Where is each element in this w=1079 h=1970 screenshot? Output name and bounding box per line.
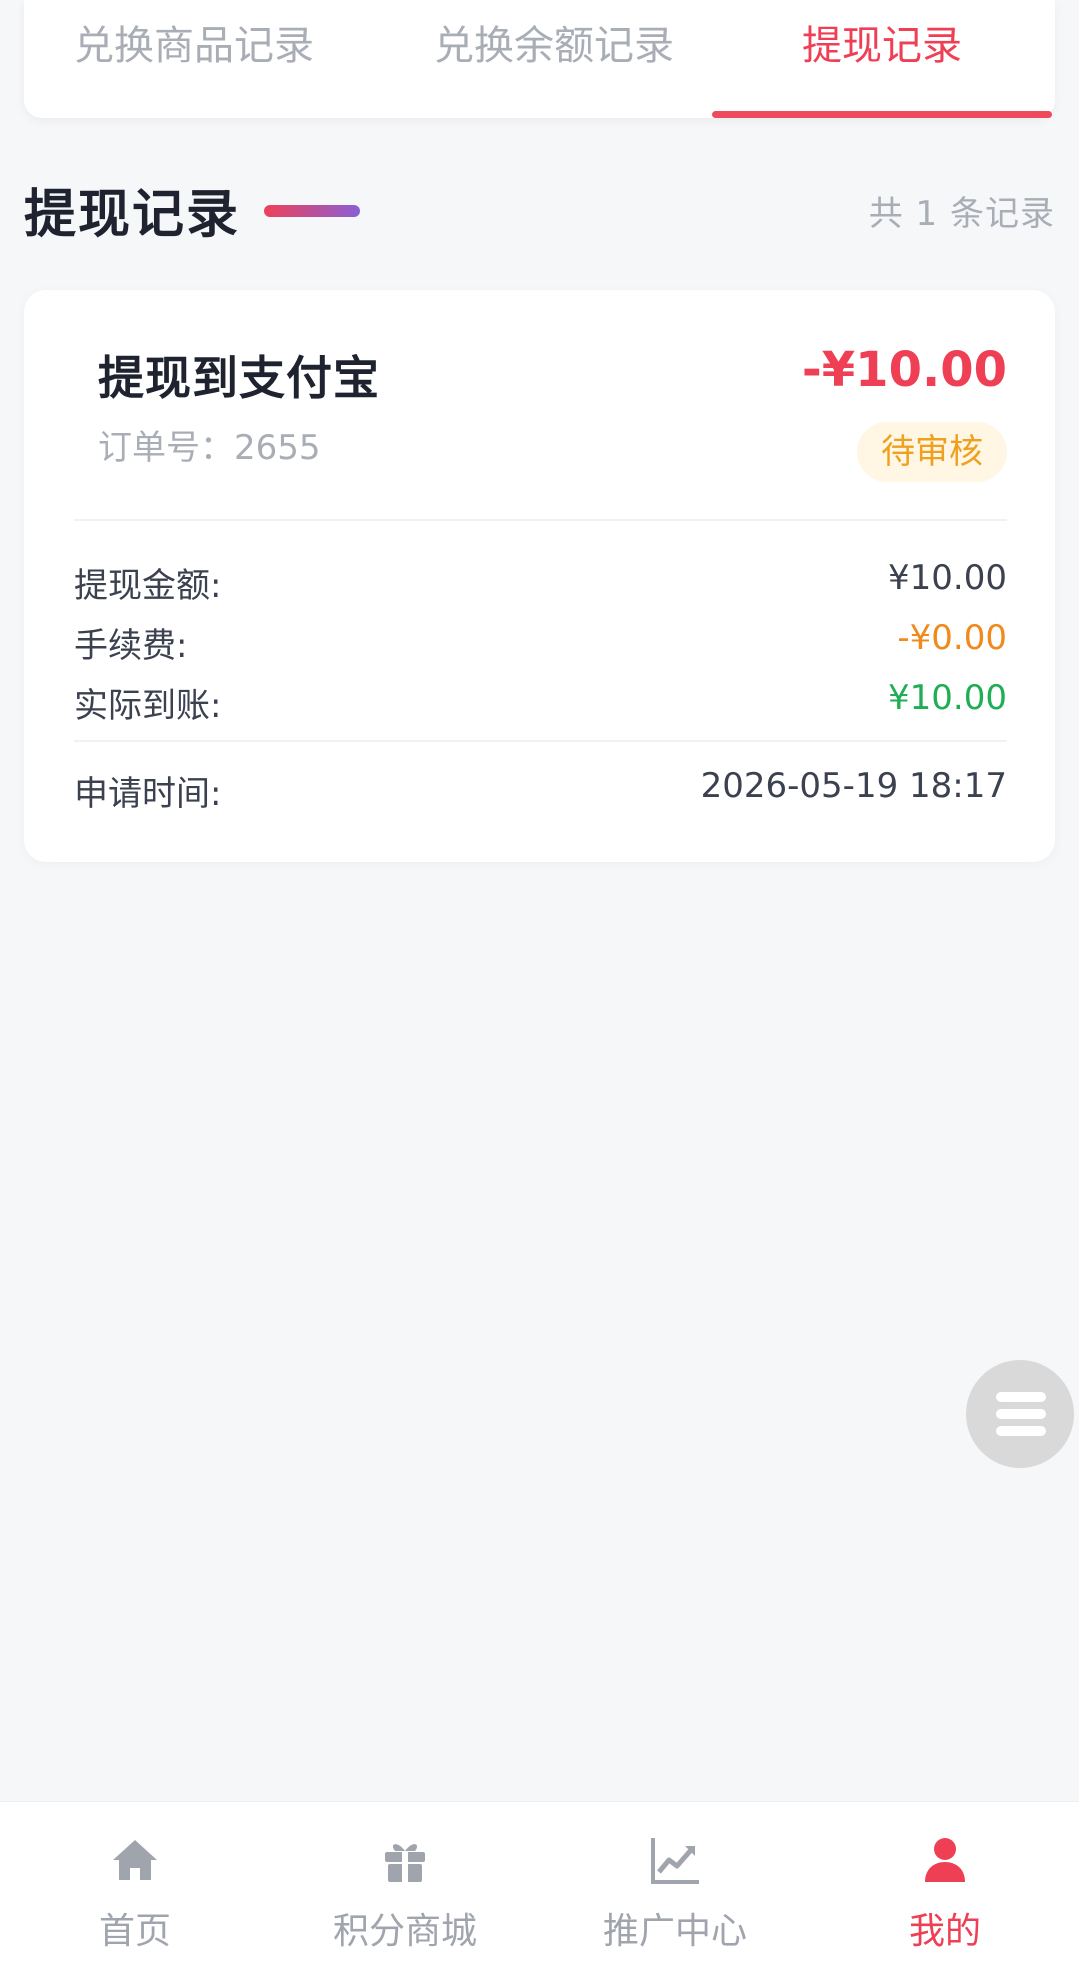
nav-item-mine[interactable]: 我的 bbox=[845, 1802, 1045, 1970]
fee-label: 手续费: bbox=[74, 626, 188, 666]
nav-item-home[interactable]: 首页 bbox=[35, 1802, 235, 1970]
chart-icon bbox=[651, 1838, 699, 1884]
home-icon bbox=[113, 1840, 157, 1880]
title-accent-bar bbox=[264, 205, 360, 217]
withdraw-amount-value: ¥10.00 bbox=[888, 558, 1007, 598]
record-count: 共 1 条记录 bbox=[868, 194, 1055, 234]
status-badge: 待审核 bbox=[857, 422, 1007, 482]
gift-icon bbox=[385, 1844, 425, 1882]
tab-exchange-goods-records[interactable]: 兑换商品记录 bbox=[44, 0, 344, 118]
apply-time-value: 2026-05-19 18:17 bbox=[700, 766, 1007, 806]
nav-item-promotion-center[interactable]: 推广中心 bbox=[575, 1802, 775, 1970]
record-amount: -¥10.00 bbox=[801, 342, 1007, 398]
section-title: 提现记录 bbox=[24, 185, 241, 245]
credited-amount-label: 实际到账: bbox=[74, 686, 222, 726]
card-divider bbox=[74, 519, 1007, 521]
user-icon bbox=[925, 1838, 965, 1882]
withdrawal-record-card[interactable]: 提现到支付宝 订单号：2655 -¥10.00 待审核 提现金额: ¥10.00… bbox=[24, 290, 1055, 862]
fee-value: -¥0.00 bbox=[897, 618, 1007, 658]
credited-amount-value: ¥10.00 bbox=[888, 678, 1007, 718]
order-number: 订单号：2655 bbox=[98, 428, 321, 468]
record-tab-bar: 兑换商品记录 兑换余额记录 提现记录 bbox=[24, 0, 1055, 118]
floating-menu-button[interactable] bbox=[966, 1360, 1074, 1468]
tab-exchange-balance-records[interactable]: 兑换余额记录 bbox=[384, 0, 724, 118]
card-divider bbox=[74, 740, 1007, 742]
nav-item-points-mall[interactable]: 积分商城 bbox=[305, 1802, 505, 1970]
apply-time-label: 申请时间: bbox=[74, 774, 222, 814]
withdraw-amount-label: 提现金额: bbox=[74, 566, 222, 606]
nav-label-promotion-center: 推广中心 bbox=[602, 1911, 747, 1952]
bottom-navigation: 首页 积分商城 推广中心 我的 bbox=[0, 1801, 1079, 1970]
nav-label-mine: 我的 bbox=[908, 1911, 981, 1952]
active-tab-indicator bbox=[712, 111, 1052, 118]
record-title: 提现到支付宝 bbox=[98, 351, 380, 405]
nav-label-points-mall: 积分商城 bbox=[332, 1911, 477, 1952]
nav-label-home: 首页 bbox=[98, 1911, 171, 1952]
tab-withdrawal-records[interactable]: 提现记录 bbox=[712, 0, 1052, 118]
